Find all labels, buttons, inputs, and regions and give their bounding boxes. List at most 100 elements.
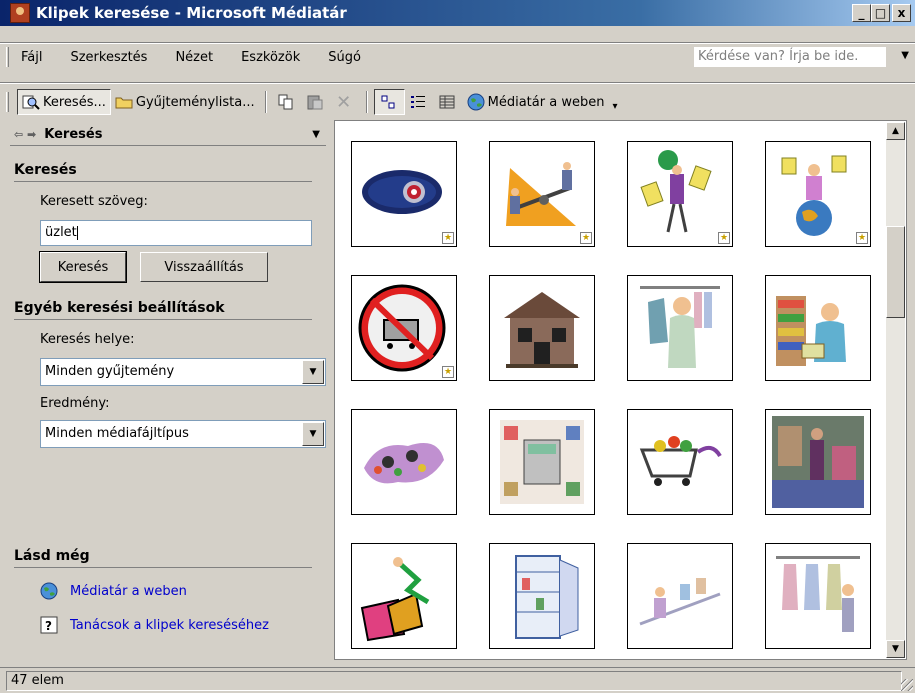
- tips-link[interactable]: ? Tanácsok a klipek kereséséhez: [40, 616, 269, 634]
- clip-gallery: ★ ★ ★ ★ ★: [334, 120, 907, 660]
- pane-splitter[interactable]: [326, 118, 334, 660]
- scroll-up-button[interactable]: ▲: [886, 122, 905, 140]
- clip-thumbnail[interactable]: [351, 543, 457, 649]
- clip-thumbnail[interactable]: [765, 275, 871, 381]
- help-question-input[interactable]: Kérdése van? Írja be ide.: [693, 46, 887, 68]
- clip-thumbnail[interactable]: ★: [627, 141, 733, 247]
- search-toolbar-button[interactable]: Keresés...: [17, 89, 111, 115]
- grocery-cart-clip-image: [639, 436, 722, 486]
- star-icon: ★: [442, 366, 454, 378]
- clip-thumbnail[interactable]: [351, 409, 457, 515]
- toolbar-options-icon[interactable]: ▾: [612, 101, 617, 112]
- gallery-scrollbar[interactable]: ▲ ▼: [886, 122, 905, 658]
- chevron-down-icon[interactable]: ▼: [901, 50, 909, 61]
- list-view-button[interactable]: [405, 89, 434, 115]
- close-button[interactable]: x: [892, 4, 911, 22]
- clip-thumbnail[interactable]: [627, 543, 733, 649]
- list-icon: [409, 94, 427, 110]
- thumbnails-view-button[interactable]: [373, 89, 405, 115]
- text-caret: [76, 225, 78, 240]
- web-gallery-label: Médiatár a weben: [487, 94, 605, 110]
- back-forward-icon[interactable]: ⇦ ➡: [14, 128, 36, 141]
- globe-icon: [467, 93, 485, 111]
- cash-register-clip-image: [500, 420, 584, 504]
- search-text-value: üzlet: [45, 225, 77, 240]
- search-text-label: Keresett szöveg:: [40, 194, 148, 209]
- clip-thumbnail[interactable]: ★: [351, 275, 457, 381]
- menu-bar: Fájl Szerkesztés Nézet Eszközök Súgó Kér…: [0, 44, 915, 70]
- toolbar-grip[interactable]: [6, 92, 9, 112]
- menu-view[interactable]: Nézet: [171, 48, 217, 67]
- tips-link-text[interactable]: Tanácsok a klipek kereséséhez: [70, 618, 269, 633]
- task-pane-header: ⇦ ➡ Keresés ▼: [10, 124, 326, 146]
- result-label: Eredmény:: [40, 396, 110, 411]
- star-icon: ★: [856, 232, 868, 244]
- delete-icon: ✕: [336, 91, 352, 113]
- svg-text:?: ?: [45, 619, 52, 633]
- clip-thumbnail[interactable]: ★: [765, 141, 871, 247]
- store-building-clip-image: [504, 292, 580, 368]
- scroll-down-button[interactable]: ▼: [886, 640, 905, 658]
- paste-button[interactable]: [302, 89, 331, 115]
- menu-file[interactable]: Fájl: [17, 48, 46, 67]
- clip-thumbnail[interactable]: [489, 275, 595, 381]
- menu-edit[interactable]: Szerkesztés: [66, 48, 151, 67]
- eye-clip-image: [362, 170, 442, 214]
- clip-thumbnail[interactable]: [489, 409, 595, 515]
- folder-icon: [115, 94, 133, 110]
- location-value: Minden gyűjtemény: [45, 364, 175, 379]
- maximize-button[interactable]: □: [871, 4, 890, 22]
- status-bar: 47 elem: [0, 667, 915, 693]
- clip-thumbnail[interactable]: ★: [489, 141, 595, 247]
- star-icon: ★: [718, 232, 730, 244]
- search-button[interactable]: Keresés: [39, 251, 127, 283]
- location-label: Keresés helye:: [40, 332, 135, 347]
- store-counter-clip-image: [639, 578, 721, 626]
- thumbnails-icon: [379, 94, 397, 110]
- delete-button[interactable]: ✕: [331, 89, 360, 115]
- globe-man-clip-image: [640, 150, 712, 233]
- location-select[interactable]: Minden gyűjtemény ▼: [40, 358, 326, 386]
- toolbar-separator: [365, 91, 368, 113]
- app-icon: [10, 3, 30, 23]
- web-gallery-link[interactable]: Médiatár a weben: [40, 582, 187, 600]
- menu-tools[interactable]: Eszközök: [237, 48, 304, 67]
- details-view-button[interactable]: [434, 89, 463, 115]
- reset-button[interactable]: Visszaállítás: [140, 252, 268, 282]
- web-gallery-link-text[interactable]: Médiatár a weben: [70, 584, 187, 599]
- resize-grip-icon[interactable]: [901, 679, 913, 691]
- title-bar[interactable]: Klipek keresése - Microsoft Médiatár _ □…: [0, 0, 915, 26]
- clothes-shopper-clip-image: [640, 286, 720, 368]
- chevron-down-icon[interactable]: ▼: [302, 360, 324, 384]
- details-icon: [438, 94, 456, 110]
- separator: [0, 82, 915, 84]
- star-icon: ★: [442, 232, 454, 244]
- chevron-down-icon[interactable]: ▼: [312, 129, 320, 140]
- web-gallery-button[interactable]: Médiatár a weben: [463, 89, 609, 115]
- collection-list-button[interactable]: Gyűjteménylista...: [111, 89, 259, 115]
- clip-thumbnail[interactable]: [489, 543, 595, 649]
- menu-grip[interactable]: [6, 47, 9, 67]
- toolbar: Keresés... Gyűjteménylista... ✕ Médiatár…: [0, 86, 915, 118]
- minimize-button[interactable]: _: [852, 4, 871, 22]
- search-text-input[interactable]: üzlet: [40, 220, 312, 246]
- copy-icon: [277, 94, 295, 110]
- section-divider: [14, 567, 312, 568]
- clip-thumbnail[interactable]: [765, 409, 871, 515]
- woman-globe-clip-image: [781, 155, 847, 236]
- scroll-thumb[interactable]: [886, 226, 905, 318]
- clip-thumbnail[interactable]: [627, 409, 733, 515]
- window-controls: _ □ x: [852, 4, 911, 22]
- copy-button[interactable]: [273, 89, 302, 115]
- clip-thumbnail[interactable]: [627, 275, 733, 381]
- collection-list-label: Gyűjteménylista...: [135, 94, 255, 110]
- clip-thumbnail[interactable]: [765, 543, 871, 649]
- menu-help[interactable]: Súgó: [324, 48, 365, 67]
- search-toolbar-label: Keresés...: [43, 94, 106, 110]
- result-type-select[interactable]: Minden médiafájltípus ▼: [40, 420, 326, 448]
- clip-thumbnail[interactable]: ★: [351, 141, 457, 247]
- section-divider: [14, 181, 312, 182]
- search-icon: [22, 94, 40, 110]
- shopping-people-clip-image: [364, 443, 444, 484]
- chevron-down-icon[interactable]: ▼: [302, 422, 324, 446]
